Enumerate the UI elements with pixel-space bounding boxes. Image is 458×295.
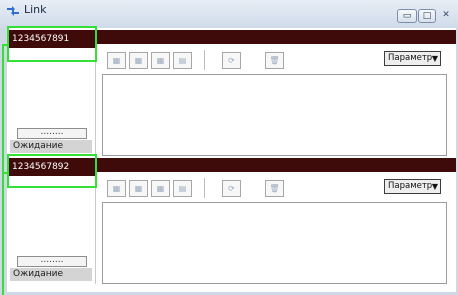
option-dropdown-label: Параметр <box>388 53 433 63</box>
annotation-line <box>2 44 4 295</box>
device-status: Ожидание <box>10 140 92 153</box>
copy-icon: ▦ <box>134 184 143 193</box>
device-status: Ожидание <box>10 268 92 281</box>
connect-button[interactable]: ▦ <box>107 180 126 197</box>
list-icon: ▤ <box>178 184 187 193</box>
delete-icon: 🗑 <box>269 184 280 193</box>
toolbar-separator <box>204 50 205 70</box>
copy-button[interactable]: ▦ <box>129 180 148 197</box>
annotation-box <box>7 154 97 188</box>
chevron-down-icon: ▼ <box>431 54 438 63</box>
refresh-button[interactable]: ⟳ <box>222 180 241 197</box>
refresh-icon: ⟳ <box>228 184 235 193</box>
move-button[interactable]: ▦ <box>151 52 170 69</box>
maximize-button[interactable]: □ <box>418 9 436 23</box>
move-icon: ▦ <box>156 184 165 193</box>
chevron-down-icon: ▼ <box>431 182 438 191</box>
minimize-button[interactable]: ▭ <box>397 9 417 23</box>
option-dropdown[interactable]: Параметр ▼ <box>384 179 441 194</box>
content-area[interactable] <box>102 202 447 284</box>
option-dropdown-label: Параметр <box>388 181 433 191</box>
close-button[interactable]: ✕ <box>437 9 455 23</box>
connect-icon: ▦ <box>112 56 121 65</box>
link-app-icon <box>7 6 19 16</box>
window-title: Link <box>24 3 47 16</box>
pane-header-bar <box>97 158 456 172</box>
move-button[interactable]: ▦ <box>151 180 170 197</box>
device-progress-field: ........ <box>17 128 87 139</box>
toolbar: ▦ ▦ ▦ ▤ ⟳ 🗑 Параметр ▼ <box>97 172 456 202</box>
device-progress-field: ........ <box>17 256 87 267</box>
option-dropdown[interactable]: Параметр ▼ <box>384 51 441 66</box>
connect-icon: ▦ <box>112 184 121 193</box>
content-area[interactable] <box>102 74 447 156</box>
delete-button[interactable]: 🗑 <box>265 52 284 69</box>
delete-button[interactable]: 🗑 <box>265 180 284 197</box>
copy-icon: ▦ <box>134 56 143 65</box>
toolbar: ▦ ▦ ▦ ▤ ⟳ 🗑 Параметр ▼ <box>97 44 456 74</box>
toolbar-separator <box>204 178 205 198</box>
copy-button[interactable]: ▦ <box>129 52 148 69</box>
list-button[interactable]: ▤ <box>173 52 192 69</box>
pane-header-bar <box>97 30 456 44</box>
connect-button[interactable]: ▦ <box>107 52 126 69</box>
list-button[interactable]: ▤ <box>173 180 192 197</box>
app-window: Link ▭ □ ✕ 1234567891 ........ Ожидание … <box>0 0 458 295</box>
move-icon: ▦ <box>156 56 165 65</box>
delete-icon: 🗑 <box>269 56 280 65</box>
annotation-box <box>7 26 97 62</box>
refresh-icon: ⟳ <box>228 56 235 65</box>
refresh-button[interactable]: ⟳ <box>222 52 241 69</box>
title-bar: Link ▭ □ ✕ <box>0 0 458 28</box>
list-icon: ▤ <box>178 56 187 65</box>
